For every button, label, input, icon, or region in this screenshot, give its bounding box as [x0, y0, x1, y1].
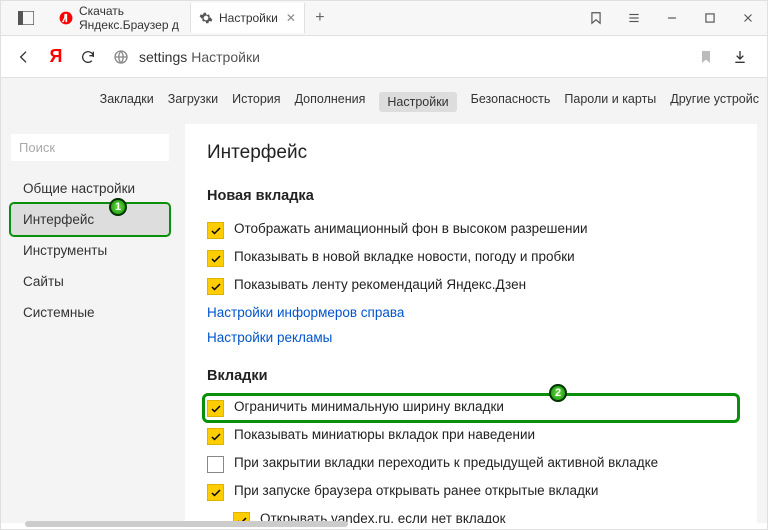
catnav-downloads[interactable]: Загрузки — [168, 92, 218, 112]
sidebar-item-tools[interactable]: Инструменты — [11, 235, 179, 266]
reload-button[interactable] — [71, 40, 105, 74]
catnav-settings[interactable]: Настройки — [379, 92, 456, 112]
checkbox-checked-icon[interactable] — [207, 400, 224, 417]
checkbox-label: При закрытии вкладки переходить к предыд… — [234, 455, 658, 470]
horizontal-scrollbar[interactable] — [25, 521, 743, 527]
catnav-history[interactable]: История — [232, 92, 280, 112]
minimize-button[interactable] — [653, 1, 691, 36]
back-button[interactable] — [7, 40, 41, 74]
tab-download-yandex[interactable]: Скачать Яндекс.Браузер д — [51, 3, 191, 33]
new-tab-button[interactable]: + — [305, 9, 335, 27]
checkbox-checked-icon[interactable] — [207, 428, 224, 445]
checkbox-row[interactable]: Показывать миниатюры вкладок при наведен… — [207, 422, 735, 450]
maximize-button[interactable] — [691, 1, 729, 36]
settings-content: Интерфейс Новая вкладка Отображать анима… — [185, 124, 757, 523]
checkbox-label: При запуске браузера открывать ранее отк… — [234, 483, 598, 498]
tab-label: Скачать Яндекс.Браузер д — [79, 4, 182, 32]
checkbox-row[interactable]: При запуске браузера открывать ранее отк… — [207, 478, 735, 506]
link-informer-settings[interactable]: Настройки информеров справа — [207, 300, 735, 325]
catnav-other-devices[interactable]: Другие устройс — [670, 92, 759, 112]
checkbox-checked-icon[interactable] — [207, 222, 224, 239]
checkbox-label: Показывать миниатюры вкладок при наведен… — [234, 427, 535, 442]
site-info-icon[interactable] — [111, 49, 131, 65]
checkbox-checked-icon[interactable] — [207, 278, 224, 295]
catnav-bookmarks[interactable]: Закладки — [100, 92, 154, 112]
settings-sidebar: Поиск Общие настройки Интерфейс 1 Инстру… — [1, 124, 179, 523]
page-title: Интерфейс — [207, 142, 735, 164]
section-newtab-title: Новая вкладка — [207, 188, 735, 204]
yandex-home-button[interactable]: Я — [41, 46, 71, 67]
sidebar-panel-toggle[interactable] — [1, 1, 51, 35]
sidebar-item-label: Интерфейс — [23, 212, 94, 227]
annotation-badge-1: 1 — [109, 198, 127, 216]
reader-mode-button[interactable] — [577, 1, 615, 36]
catnav-security[interactable]: Безопасность — [471, 92, 551, 112]
checkbox-row[interactable]: Показывать в новой вкладке новости, пого… — [207, 244, 735, 272]
checkbox-row-limit-tab-width[interactable]: Ограничить минимальную ширину вкладки 2 — [205, 396, 737, 420]
annotation-badge-2: 2 — [549, 384, 567, 402]
gear-icon — [199, 11, 213, 25]
checkbox-label: Отображать анимационный фон в высоком ра… — [234, 221, 588, 236]
bookmark-button[interactable] — [689, 40, 723, 74]
checkbox-row[interactable]: Отображать анимационный фон в высоком ра… — [207, 216, 735, 244]
main-area: Поиск Общие настройки Интерфейс 1 Инстру… — [1, 124, 767, 523]
catnav-passwords[interactable]: Пароли и карты — [564, 92, 656, 112]
settings-category-nav: Закладки Загрузки История Дополнения Нас… — [1, 78, 767, 124]
checkbox-unchecked-icon[interactable] — [207, 456, 224, 473]
link-ad-settings[interactable]: Настройки рекламы — [207, 325, 735, 350]
downloads-button[interactable] — [723, 40, 757, 74]
sidebar-item-interface[interactable]: Интерфейс 1 — [11, 204, 169, 235]
close-icon[interactable]: ✕ — [286, 11, 296, 25]
catnav-addons[interactable]: Дополнения — [295, 92, 366, 112]
checkbox-row[interactable]: Показывать ленту рекомендаций Яндекс.Дзе… — [207, 272, 735, 300]
menu-button[interactable] — [615, 1, 653, 36]
checkbox-label: Показывать ленту рекомендаций Яндекс.Дзе… — [234, 277, 526, 292]
checkbox-label: Ограничить минимальную ширину вкладки — [234, 399, 504, 414]
sidebar-item-sites[interactable]: Сайты — [11, 266, 179, 297]
close-window-button[interactable] — [729, 1, 767, 36]
sidebar-item-system[interactable]: Системные — [11, 297, 179, 328]
checkbox-label: Показывать в новой вкладке новости, пого… — [234, 249, 575, 264]
checkbox-row[interactable]: При закрытии вкладки переходить к предыд… — [207, 450, 735, 478]
sidebar-item-general[interactable]: Общие настройки — [11, 173, 179, 204]
titlebar: Скачать Яндекс.Браузер д Настройки ✕ + — [1, 1, 767, 36]
settings-search-input[interactable]: Поиск — [11, 134, 169, 161]
section-tabs-title: Вкладки — [207, 368, 735, 384]
checkbox-checked-icon[interactable] — [207, 250, 224, 267]
tab-label: Настройки — [219, 11, 278, 25]
address-bar: Я settingsНастройки — [1, 36, 767, 78]
tab-settings[interactable]: Настройки ✕ — [191, 3, 305, 33]
checkbox-checked-icon[interactable] — [207, 484, 224, 501]
address-text[interactable]: settingsНастройки — [139, 49, 260, 65]
